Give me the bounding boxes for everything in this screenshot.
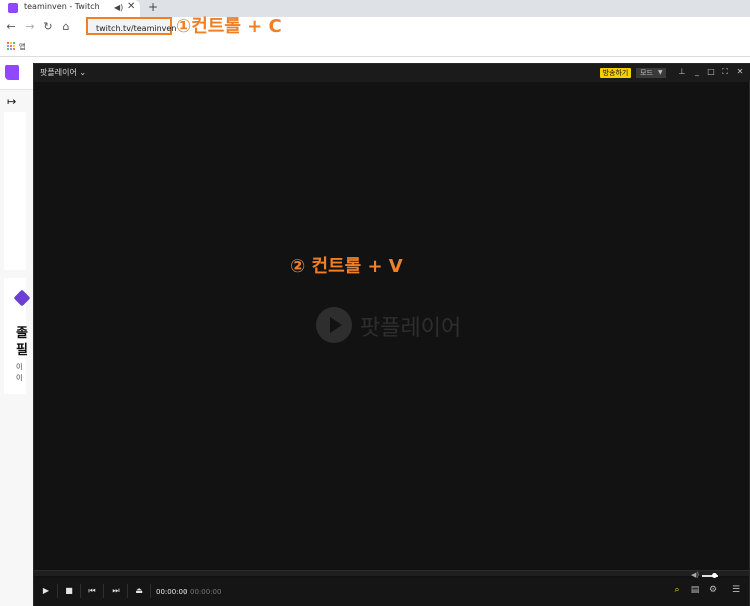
search-icon[interactable]: ⌕ <box>670 585 684 595</box>
url-text[interactable]: twitch.tv/teaminven <box>96 24 176 33</box>
new-tab-button[interactable]: + <box>148 0 158 14</box>
control-divider <box>150 584 151 598</box>
apps-label[interactable]: 앱 <box>19 42 25 52</box>
total-time: 00:00:00 <box>190 588 222 596</box>
sidebar-expand-icon[interactable]: ↦ <box>7 95 16 108</box>
player-menu-button[interactable]: 팟플레이어 ⌄ <box>40 67 86 78</box>
dropdown-arrow-icon: ▼ <box>658 69 663 76</box>
eject-button[interactable]: ⏏ <box>132 586 146 595</box>
apps-grid-icon[interactable] <box>7 42 16 51</box>
speaker-icon[interactable]: ◀) <box>114 3 123 12</box>
control-divider <box>57 584 58 598</box>
control-divider <box>103 584 104 598</box>
maximize-icon[interactable]: □ <box>706 67 716 76</box>
pin-icon[interactable]: ⊥ <box>677 67 687 76</box>
play-button[interactable]: ▶ <box>39 586 53 595</box>
minimize-icon[interactable]: _ <box>692 67 702 76</box>
reload-icon[interactable]: ↻ <box>41 20 55 33</box>
promo-text-2: 이 <box>16 374 23 382</box>
broadcast-button[interactable]: 방송하기 <box>600 68 631 78</box>
twitch-logo-icon[interactable] <box>5 65 19 80</box>
play-logo-icon <box>330 317 342 333</box>
promo-text-1: 이 <box>16 363 23 371</box>
stop-button[interactable]: ■ <box>62 586 76 595</box>
back-icon[interactable]: ← <box>4 20 18 33</box>
chevron-down-icon: ⌄ <box>79 68 87 77</box>
promo-heading-2: 필 <box>16 343 28 358</box>
previous-button[interactable]: ⏮ <box>85 586 99 596</box>
menu-icon[interactable]: ☰ <box>729 585 743 595</box>
control-divider <box>80 584 81 598</box>
close-icon[interactable]: ✕ <box>735 67 745 76</box>
next-button[interactable]: ⏭ <box>109 586 123 596</box>
annotation-step1: ①컨트롤 + C <box>176 16 282 37</box>
playlist-icon[interactable]: ▤ <box>688 585 702 595</box>
annotation-step2: ② 컨트롤 + V <box>290 256 403 277</box>
home-icon[interactable]: ⌂ <box>59 20 73 33</box>
seek-bar[interactable] <box>34 570 749 576</box>
control-divider <box>127 584 128 598</box>
tab-close-icon[interactable]: ✕ <box>127 1 135 12</box>
fullscreen-icon[interactable]: ⛶ <box>720 67 730 77</box>
tab-title: teaminven - Twitch <box>24 2 100 11</box>
bookmarks-bar <box>0 39 750 57</box>
time-separator: / <box>184 588 187 596</box>
twitch-favicon-icon <box>8 3 18 13</box>
player-name: 팟플레이어 <box>40 68 77 77</box>
forward-icon[interactable]: → <box>23 20 37 33</box>
current-time: 00:00:00 <box>156 588 188 596</box>
sidebar-card <box>4 112 26 270</box>
settings-icon[interactable]: ⚙ <box>706 585 720 595</box>
player-logo-text: 팟플레이어 <box>360 316 462 341</box>
